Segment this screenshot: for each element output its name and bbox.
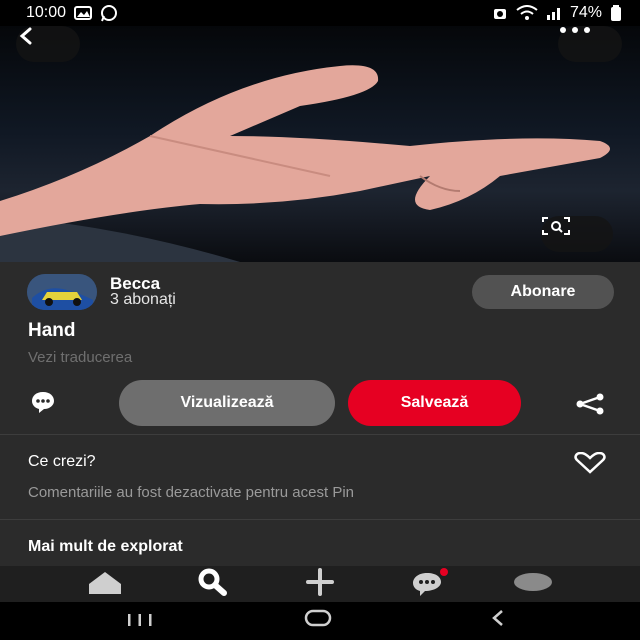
- back-button[interactable]: [463, 602, 533, 640]
- pin-title: Hand: [28, 320, 76, 341]
- create-icon: [306, 567, 334, 601]
- signal-icon: [546, 6, 562, 20]
- tab-search[interactable]: [183, 566, 243, 602]
- wifi-icon: [516, 5, 538, 21]
- explore-heading: Mai mult de explorat: [28, 538, 183, 555]
- alarm-icon: [492, 5, 508, 21]
- recent-apps-icon: [127, 610, 153, 633]
- translate-link[interactable]: Vezi traducerea: [28, 349, 132, 366]
- home-button[interactable]: [283, 602, 353, 640]
- status-time: 10:00: [26, 4, 67, 21]
- comments-disabled-text: Comentariile au fost dezactivate pentru …: [28, 484, 355, 501]
- battery-level: 74%: [569, 4, 602, 21]
- search-icon: [198, 568, 228, 601]
- tab-home[interactable]: [75, 566, 135, 602]
- back-icon: [490, 608, 506, 634]
- image-icon: [74, 6, 93, 20]
- tab-create[interactable]: [290, 566, 350, 602]
- tab-profile[interactable]: [503, 566, 563, 602]
- system-navigation-bar: [0, 602, 640, 640]
- tab-messages[interactable]: [398, 566, 458, 602]
- divider: [0, 519, 640, 520]
- save-button[interactable]: Salvează: [348, 380, 521, 426]
- messages-icon: [407, 567, 449, 602]
- creator-subscribers: 3 abonați: [110, 291, 176, 308]
- more-options-button[interactable]: [558, 26, 622, 62]
- divider: [0, 434, 640, 435]
- visual-search-button[interactable]: [541, 216, 613, 252]
- recent-apps-button[interactable]: [105, 602, 175, 640]
- pin-image[interactable]: [0, 26, 640, 262]
- comments-heading: Ce crezi?: [28, 453, 96, 470]
- pin-details: Becca 3 abonați Abonare Hand Vezi traduc…: [0, 262, 640, 566]
- comment-icon[interactable]: [30, 390, 56, 419]
- home-icon: [86, 570, 124, 599]
- back-button[interactable]: [16, 26, 80, 62]
- view-button[interactable]: Vizualizează: [119, 380, 335, 426]
- home-button-icon: [304, 609, 332, 633]
- status-bar: 10:00 74%: [0, 0, 640, 26]
- follow-button[interactable]: Abonare: [472, 275, 614, 309]
- heart-icon[interactable]: [573, 451, 607, 479]
- battery-icon: [610, 5, 622, 21]
- avatar[interactable]: [27, 274, 97, 310]
- whatsapp-icon: [100, 4, 118, 22]
- profile-icon: [513, 572, 553, 597]
- tab-bar: [0, 566, 640, 602]
- share-icon[interactable]: [574, 393, 606, 420]
